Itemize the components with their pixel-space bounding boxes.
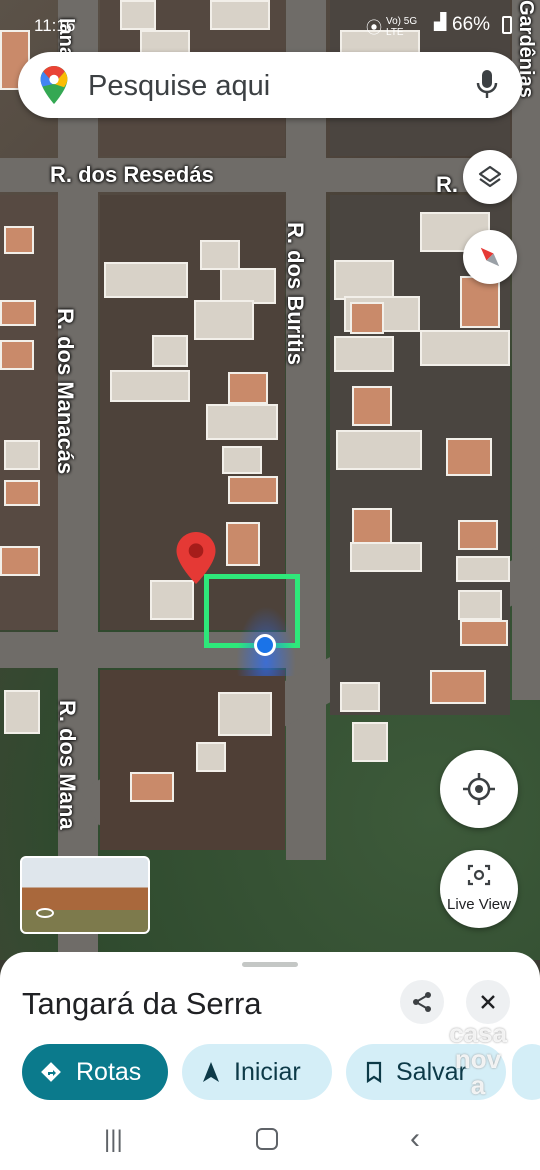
place-sheet[interactable]: Tangará da Serra Rotas Iniciar Salvar ca… [0, 952, 540, 1170]
system-nav-bar: ||| ‹ [0, 1120, 540, 1170]
current-location-dot [254, 634, 276, 656]
building [4, 440, 40, 470]
more-actions-chip[interactable] [512, 1044, 540, 1100]
street-view-thumbnail[interactable] [20, 856, 150, 934]
my-location-icon [463, 773, 495, 805]
my-location-button[interactable] [440, 750, 518, 828]
building [220, 268, 276, 304]
status-bar: 11:16 ⦿ Vo) 5G LTE ▟ 66% [0, 10, 540, 40]
maps-logo-icon [40, 66, 68, 104]
watermark-text: casa nova [449, 1018, 507, 1100]
building [194, 300, 254, 340]
building [352, 722, 388, 762]
building [104, 262, 188, 298]
location-status-icon: ⦿ [366, 20, 383, 37]
location-pin-icon[interactable] [176, 532, 216, 584]
recent-apps-button[interactable]: ||| [104, 1126, 123, 1154]
building [0, 546, 40, 576]
building [446, 438, 492, 476]
building [456, 556, 510, 582]
building [152, 335, 188, 367]
building [228, 372, 268, 404]
layers-button[interactable] [463, 150, 517, 204]
sheet-drag-handle[interactable] [242, 962, 298, 967]
directions-label: Rotas [76, 1057, 142, 1086]
street-label-resedas: R. dos Resedás [50, 162, 214, 187]
bookmark-icon [366, 1061, 382, 1083]
compass-button[interactable] [463, 230, 517, 284]
start-label: Iniciar [234, 1057, 301, 1086]
building [150, 580, 194, 620]
compass-icon [480, 247, 500, 267]
building [430, 670, 486, 704]
close-icon [481, 995, 495, 1009]
building [352, 386, 392, 426]
place-title: Tangará da Serra [22, 986, 262, 1021]
directions-button[interactable]: Rotas [22, 1044, 168, 1100]
rotate-360-icon [36, 908, 54, 918]
building [0, 300, 36, 326]
road-vertical-center [286, 0, 326, 860]
building [350, 542, 422, 572]
building [334, 260, 394, 300]
street-label-buritis: R. dos Buritis [283, 222, 308, 366]
share-button[interactable] [400, 980, 444, 1024]
building [350, 302, 384, 334]
building [460, 276, 500, 328]
share-icon [413, 992, 431, 1012]
building [228, 476, 278, 504]
search-bar[interactable]: Pesquise aqui [18, 52, 522, 118]
building [4, 690, 40, 734]
building [218, 692, 272, 736]
building [340, 682, 380, 712]
signal-icon: ▟ [434, 14, 447, 31]
building [226, 522, 260, 566]
battery-level: 66% [452, 14, 491, 35]
building [130, 772, 174, 802]
live-view-camera-icon [467, 864, 491, 886]
network-labels: Vo) 5G LTE [386, 16, 418, 38]
building [222, 446, 262, 474]
live-view-label: Live View [447, 896, 511, 913]
street-label-manacas-lower: R. dos Mana [55, 700, 80, 830]
search-input[interactable]: Pesquise aqui [88, 70, 270, 103]
building [458, 590, 502, 620]
building [460, 620, 508, 646]
battery-icon [502, 16, 512, 34]
building [420, 330, 510, 366]
directions-icon [41, 1062, 61, 1082]
building [4, 480, 40, 506]
building [458, 520, 498, 550]
building [4, 226, 34, 254]
status-time: 11:16 [34, 16, 76, 35]
building [334, 336, 394, 372]
street-label-right: R. [436, 172, 458, 197]
live-view-button[interactable]: Live View [440, 850, 518, 928]
building [200, 240, 240, 270]
home-button[interactable] [256, 1128, 278, 1150]
building [110, 370, 190, 402]
start-button[interactable]: Iniciar [182, 1044, 332, 1100]
building [0, 340, 34, 370]
back-button[interactable]: ‹ [410, 1122, 420, 1156]
watermark-casa-nova: casa nova [448, 1020, 508, 1130]
building [206, 404, 278, 440]
layers-icon [478, 165, 502, 188]
building [352, 508, 392, 544]
street-label-manacas: R. dos Manacás [53, 308, 78, 475]
microphone-icon[interactable] [476, 70, 498, 100]
building [196, 742, 226, 772]
navigation-arrow-icon [203, 1062, 219, 1082]
building [336, 430, 422, 470]
